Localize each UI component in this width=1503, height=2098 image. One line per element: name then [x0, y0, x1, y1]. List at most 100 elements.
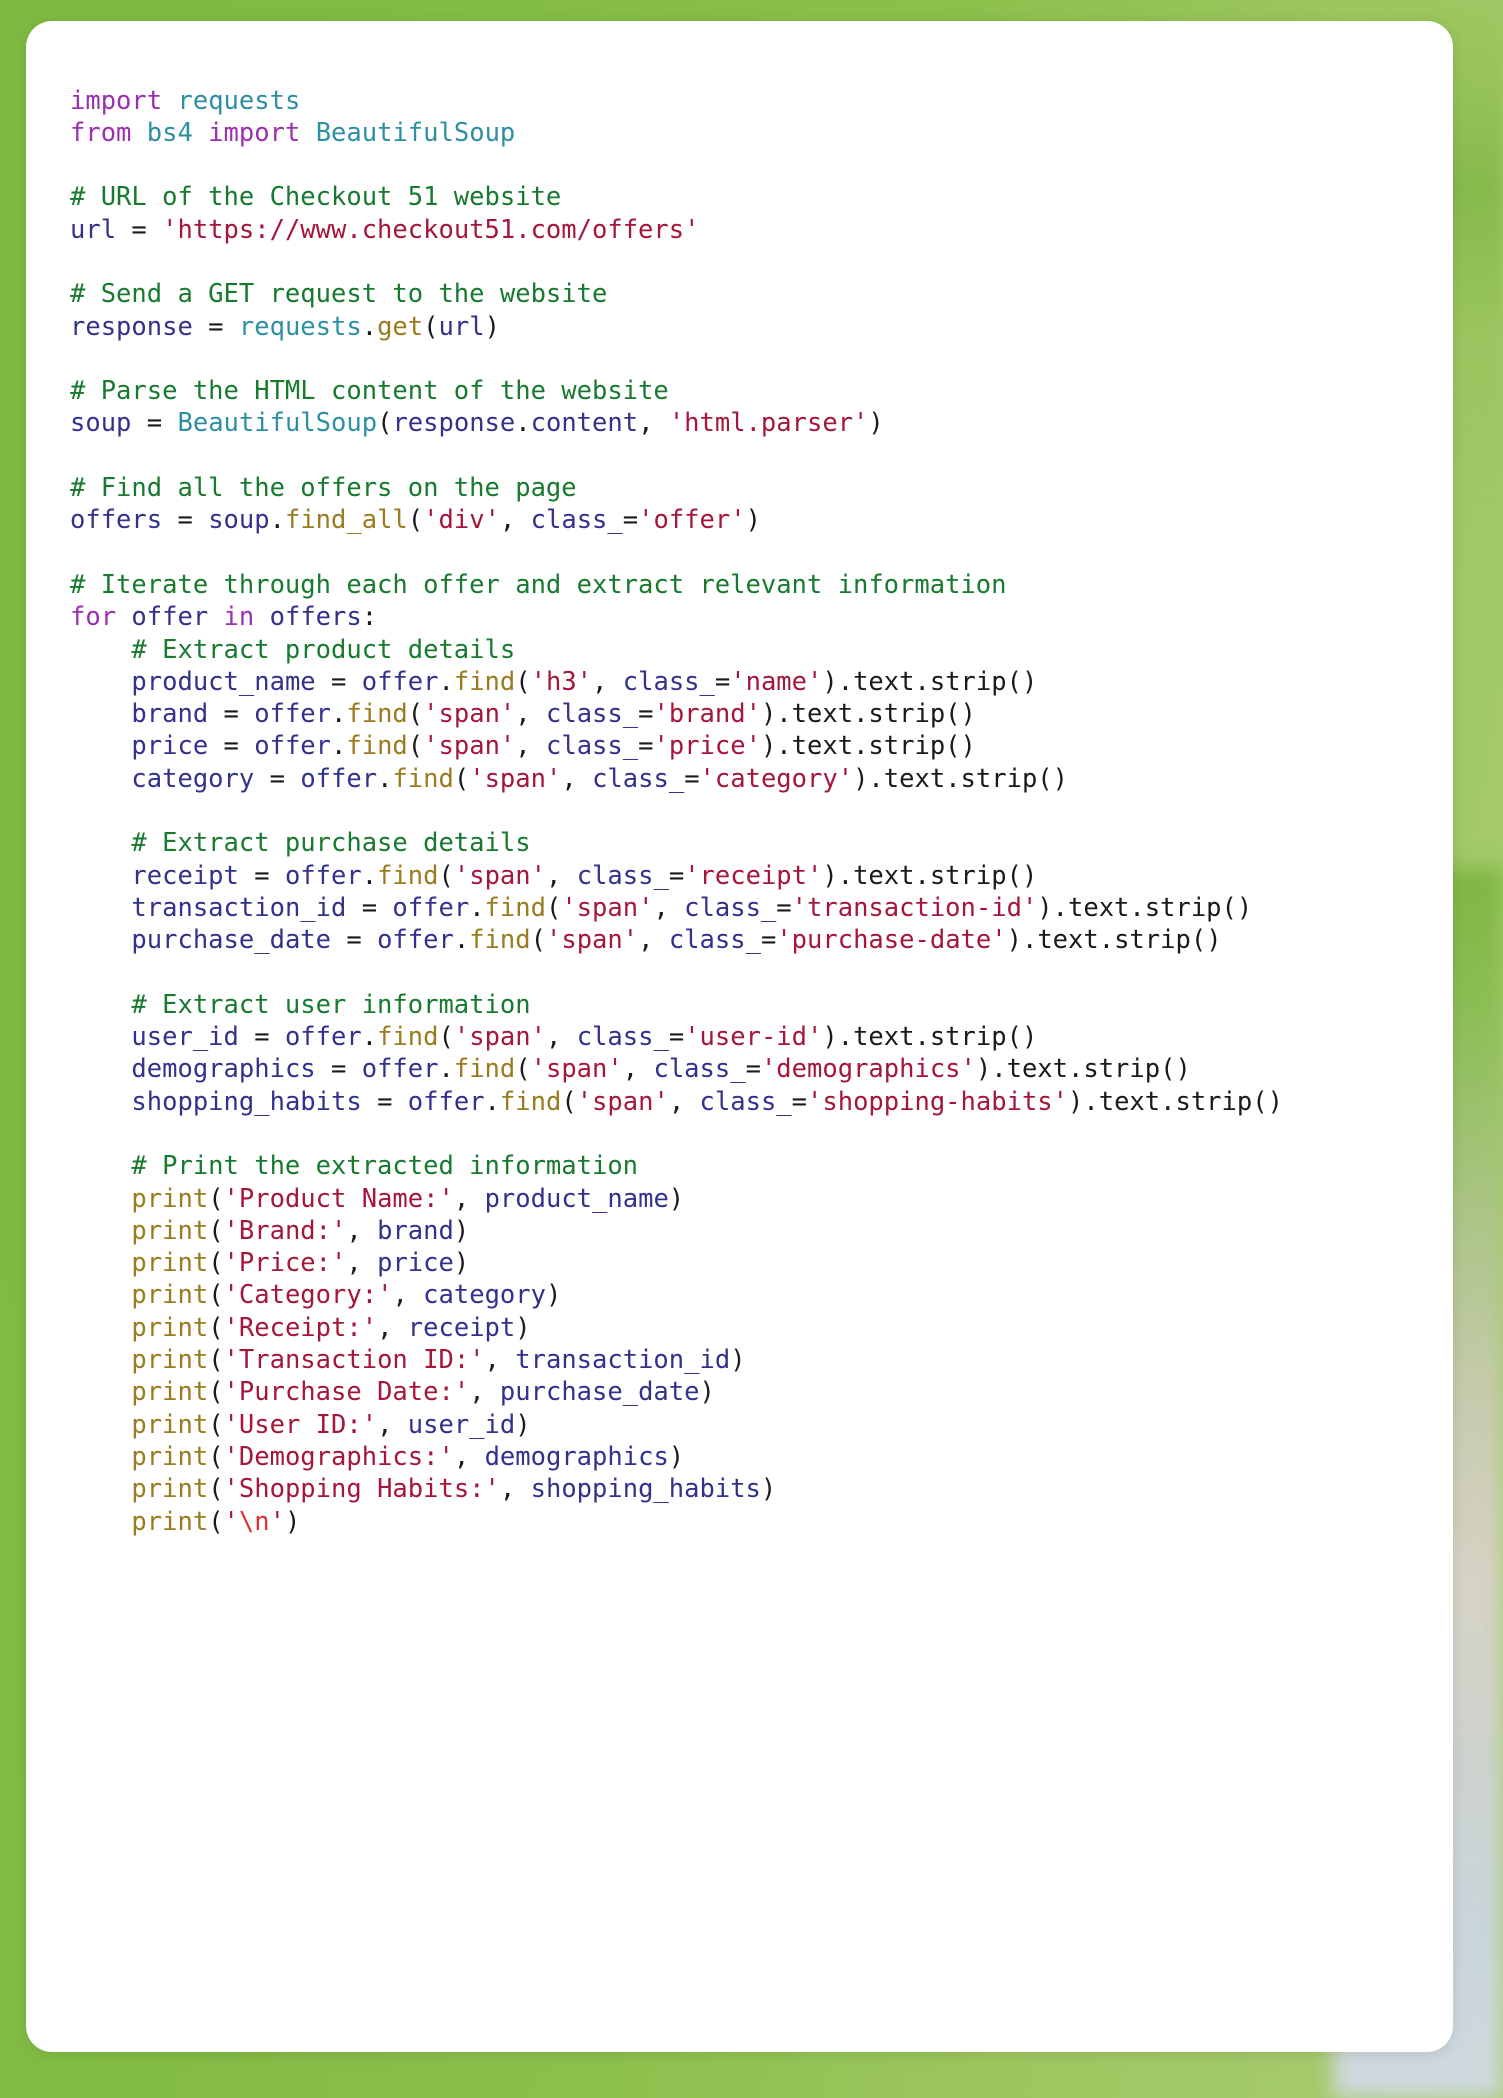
code-line: print('Price:', price)	[70, 1247, 1453, 1279]
code-line: # Iterate through each offer and extract…	[70, 569, 1453, 601]
code-token-pun	[208, 602, 223, 632]
code-token-pun: (	[407, 699, 424, 730]
code-token-pun: =	[638, 731, 654, 762]
code-token-var: offer	[361, 666, 439, 697]
code-token-pun	[70, 1442, 131, 1472]
code-token-pun	[70, 667, 131, 697]
code-token-var: offer	[407, 1086, 485, 1117]
code-token-pun	[70, 1345, 131, 1375]
code-token-fn: print	[131, 1183, 209, 1214]
code-token-var: receipt	[131, 860, 239, 891]
code-token-pun: ,	[545, 1022, 577, 1053]
code-token-pun: .	[515, 408, 531, 439]
code-token-pun: )	[760, 1474, 777, 1505]
code-token-pun: (	[438, 860, 454, 891]
code-token-pun: =	[331, 925, 378, 956]
code-token-var: demographics	[484, 1441, 669, 1472]
code-token-pun: =	[254, 763, 301, 794]
code-token-str: 'span'	[576, 1086, 669, 1117]
code-token-pun: ).text.strip()	[760, 731, 976, 762]
code-token-str: 'span'	[469, 763, 562, 794]
code-token-pun: =	[116, 214, 163, 245]
code-token-pun	[70, 893, 131, 923]
code-token-pun: ,	[515, 699, 546, 730]
code-line: price = offer.find('span', class_='price…	[70, 730, 1453, 762]
code-token-pun: ).text.strip()	[1006, 925, 1222, 956]
code-token-fn: print	[131, 1215, 209, 1246]
code-token-var: class_	[546, 699, 639, 730]
code-token-var: category	[131, 763, 255, 794]
code-token-pun: ,	[653, 892, 685, 923]
code-token-pun	[70, 925, 131, 955]
code-token-pun: .	[484, 1086, 500, 1117]
code-token-pun: )	[668, 1183, 685, 1214]
code-token-pun: .	[331, 699, 347, 730]
code-token-pun	[70, 1377, 131, 1407]
code-token-pun: (	[208, 1280, 224, 1311]
code-token-str: 'receipt'	[684, 860, 823, 891]
code-token-str: 'Product Name:'	[223, 1183, 454, 1214]
code-token-pun	[70, 1410, 131, 1440]
code-token-pun: ,	[484, 1345, 516, 1376]
code-token-str: 'Receipt:'	[223, 1312, 378, 1343]
code-token-var: class_	[668, 925, 761, 956]
code-token-pun: )	[484, 311, 500, 342]
code-line: # Send a GET request to the website	[70, 278, 1453, 310]
code-line: print('Transaction ID:', transaction_id)	[70, 1344, 1453, 1376]
code-token-pun: =	[668, 860, 685, 891]
code-block[interactable]: import requests from bs4 import Beautiful…	[70, 85, 1453, 1538]
code-token-pun: ,	[377, 1409, 408, 1440]
code-token-str: 'span'	[530, 1054, 623, 1085]
code-token-str: 'h3'	[530, 666, 593, 697]
code-card: import requests from bs4 import Beautiful…	[26, 21, 1453, 2052]
code-token-pun: =	[238, 1022, 285, 1053]
code-token-cmt: # Send a GET request to the website	[70, 279, 608, 310]
code-token-pun: )	[515, 1409, 531, 1440]
code-token-pun	[254, 602, 269, 632]
code-token-var: user_id	[407, 1409, 516, 1440]
code-token-var: class_	[699, 1086, 792, 1117]
code-token-pun: ,	[638, 925, 669, 956]
code-token-str: 'span'	[453, 1022, 546, 1053]
code-token-fn: find	[499, 1086, 562, 1117]
code-token-fn: print	[131, 1409, 209, 1440]
code-token-pun: ,	[638, 408, 669, 439]
code-token-str: 'Category:'	[223, 1280, 393, 1311]
code-token-str: 'Demographics:'	[223, 1441, 454, 1472]
code-token-pun: =	[208, 699, 255, 730]
code-token-fn: find	[453, 1054, 516, 1085]
code-token-pun: )	[453, 1215, 470, 1246]
code-token-fn: print	[131, 1441, 209, 1472]
code-token-pun: ).text.strip()	[1037, 892, 1253, 923]
code-token-var: demographics	[131, 1054, 316, 1085]
code-token-fn: find_all	[284, 505, 408, 536]
code-token-var: class_	[592, 763, 685, 794]
code-token-var: product_name	[131, 666, 316, 697]
code-token-pun: (	[377, 408, 393, 439]
code-token-fn: print	[131, 1312, 209, 1343]
code-token-pun: =	[361, 1086, 408, 1117]
code-token-str: 'span'	[561, 892, 654, 923]
code-token-str: 'category'	[699, 763, 854, 794]
code-token-pun: (	[208, 1474, 224, 1505]
code-token-cmt: # Iterate through each offer and extract…	[70, 569, 1007, 600]
code-token-var: receipt	[407, 1312, 516, 1343]
code-token-kw: for	[70, 602, 117, 633]
code-token-pun: =	[346, 892, 393, 923]
code-token-pun: .	[453, 925, 470, 956]
code-token-str: 'transaction-id'	[791, 892, 1038, 923]
code-token-pun: (	[530, 925, 546, 956]
code-token-var: offer	[254, 699, 332, 730]
code-token-pun: .	[469, 892, 485, 923]
code-token-pun: )	[730, 1345, 746, 1376]
code-token-pun: =	[162, 505, 209, 536]
code-token-var: price	[131, 731, 209, 762]
code-token-pun	[70, 764, 131, 794]
code-token-fn: find	[377, 1022, 439, 1053]
code-token-var: purchase_date	[131, 925, 332, 956]
code-line: brand = offer.find('span', class_='brand…	[70, 698, 1453, 730]
code-token-var: url	[438, 311, 485, 342]
code-token-fn: print	[131, 1280, 209, 1311]
